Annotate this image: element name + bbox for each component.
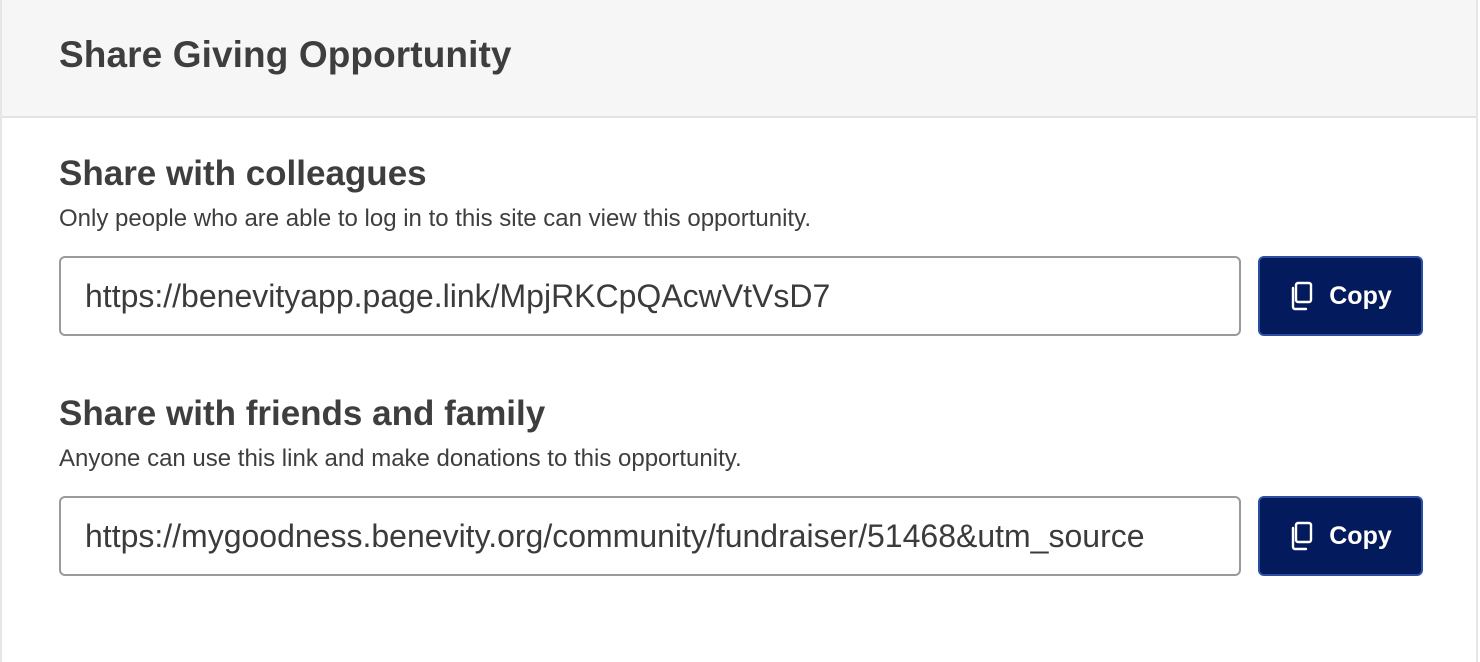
section-description: Anyone can use this link and make donati… xyxy=(59,445,742,472)
section-description: Only people who are able to log in to th… xyxy=(59,205,811,232)
copy-colleagues-link-button[interactable]: Copy xyxy=(1258,256,1423,336)
colleagues-link-input[interactable] xyxy=(59,256,1241,336)
copy-button-label: Copy xyxy=(1329,521,1392,550)
modal-title: Share Giving Opportunity xyxy=(59,34,512,75)
share-colleagues-section: Share with colleagues Only people who ar… xyxy=(59,152,1425,336)
share-modal: Share Giving Opportunity Share with coll… xyxy=(0,0,1478,662)
share-link-row: Copy xyxy=(59,496,1425,576)
modal-header: Share Giving Opportunity xyxy=(2,0,1476,118)
share-friends-section: Share with friends and family Anyone can… xyxy=(59,392,1425,576)
copy-button-label: Copy xyxy=(1329,281,1392,310)
section-title: Share with friends and family xyxy=(59,394,546,433)
copy-icon xyxy=(1289,281,1315,311)
copy-friends-link-button[interactable]: Copy xyxy=(1258,496,1423,576)
copy-icon xyxy=(1289,521,1315,551)
friends-link-input[interactable] xyxy=(59,496,1241,576)
share-link-row: Copy xyxy=(59,256,1425,336)
section-title: Share with colleagues xyxy=(59,154,427,193)
